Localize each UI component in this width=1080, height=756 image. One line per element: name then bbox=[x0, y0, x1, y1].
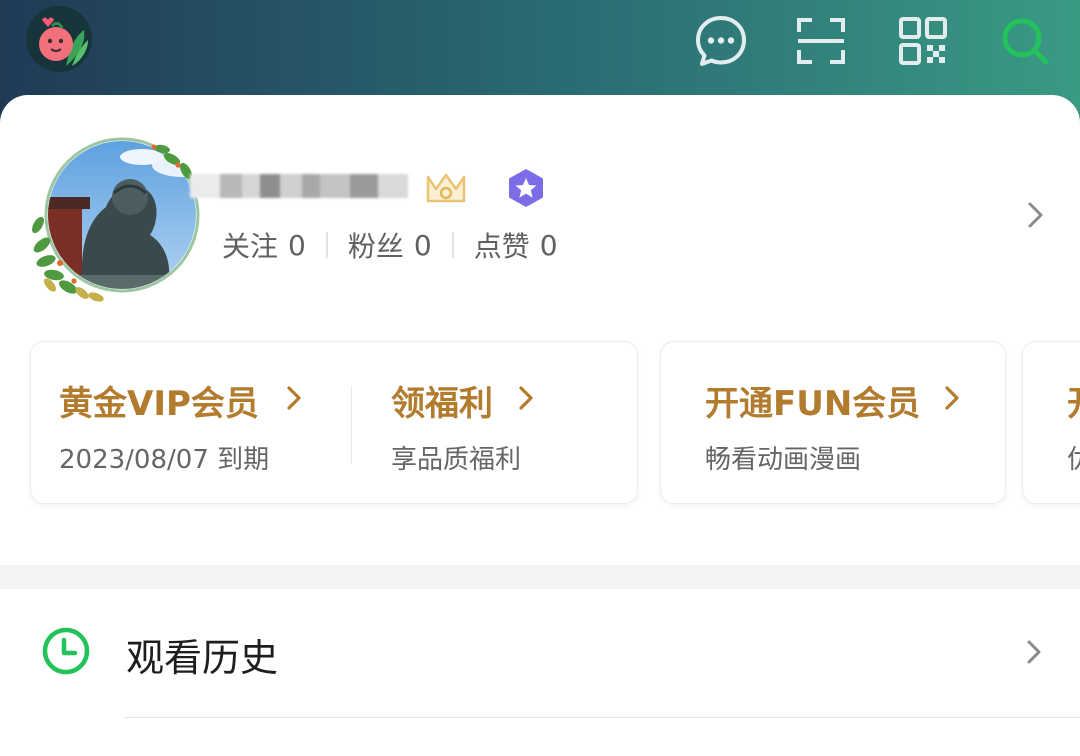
stat-label: 点赞 bbox=[473, 230, 530, 263]
section-separator bbox=[0, 565, 1080, 589]
profile-chevron-icon[interactable] bbox=[1022, 199, 1048, 231]
chevron-right-icon bbox=[287, 386, 301, 410]
fun-vip-card[interactable]: 开通FUN会员 畅看动画漫画 bbox=[660, 341, 1006, 504]
qr-code-icon[interactable] bbox=[896, 14, 950, 68]
top-bar bbox=[0, 0, 1080, 100]
search-icon[interactable] bbox=[998, 14, 1052, 68]
stat-value: 0 bbox=[413, 228, 432, 262]
gold-vip-expiry: 2023/08/07 到期 bbox=[59, 445, 270, 475]
watch-history-row[interactable]: 观看历史 bbox=[0, 589, 1080, 719]
more-vip-card[interactable]: 开 优 bbox=[1022, 341, 1080, 504]
stat-following[interactable]: 关注 0 bbox=[222, 225, 306, 265]
more-vip-title: 开 bbox=[1067, 376, 1080, 425]
chat-icon[interactable] bbox=[694, 14, 748, 68]
stat-divider bbox=[451, 232, 454, 258]
stat-label: 粉丝 bbox=[347, 230, 404, 263]
more-vip-subtitle: 优 bbox=[1067, 439, 1080, 476]
chevron-right-icon bbox=[519, 386, 533, 410]
stat-likes[interactable]: 点赞 0 bbox=[474, 225, 558, 265]
watch-history-label: 观看历史 bbox=[126, 636, 279, 680]
chevron-right-icon bbox=[945, 386, 959, 410]
profile-avatar[interactable] bbox=[22, 135, 202, 305]
fun-vip-subtitle: 畅看动画漫画 bbox=[705, 445, 862, 475]
clock-icon bbox=[42, 627, 90, 675]
fun-vip-title: 开通FUN会员 bbox=[705, 384, 921, 424]
vip-crown-icon bbox=[426, 173, 466, 203]
main-panel: 关注 0 粉丝 0 点赞 0 黄金VIP会员 2023/08/07 到期 领福利 bbox=[0, 95, 1080, 756]
benefits-subtitle: 享品质福利 bbox=[391, 445, 522, 475]
chevron-right-icon bbox=[1027, 640, 1041, 664]
gold-vip-title: 黄金VIP会员 bbox=[59, 384, 259, 424]
row-divider bbox=[124, 717, 1080, 718]
stat-value: 0 bbox=[288, 228, 306, 262]
stat-followers[interactable]: 粉丝 0 bbox=[348, 225, 432, 265]
username-blurred bbox=[190, 165, 415, 207]
level-star-icon bbox=[509, 169, 543, 207]
profile-stats: 关注 0 粉丝 0 点赞 0 bbox=[222, 225, 558, 265]
benefits-title: 领福利 bbox=[391, 384, 493, 424]
stat-label: 关注 bbox=[222, 230, 279, 263]
stat-value: 0 bbox=[539, 228, 558, 262]
app-avatar-icon[interactable] bbox=[26, 6, 92, 72]
vip-card: 黄金VIP会员 2023/08/07 到期 领福利 享品质福利 bbox=[30, 341, 638, 504]
scan-icon[interactable] bbox=[794, 14, 848, 68]
stat-divider bbox=[325, 232, 328, 258]
card-divider bbox=[351, 386, 352, 464]
